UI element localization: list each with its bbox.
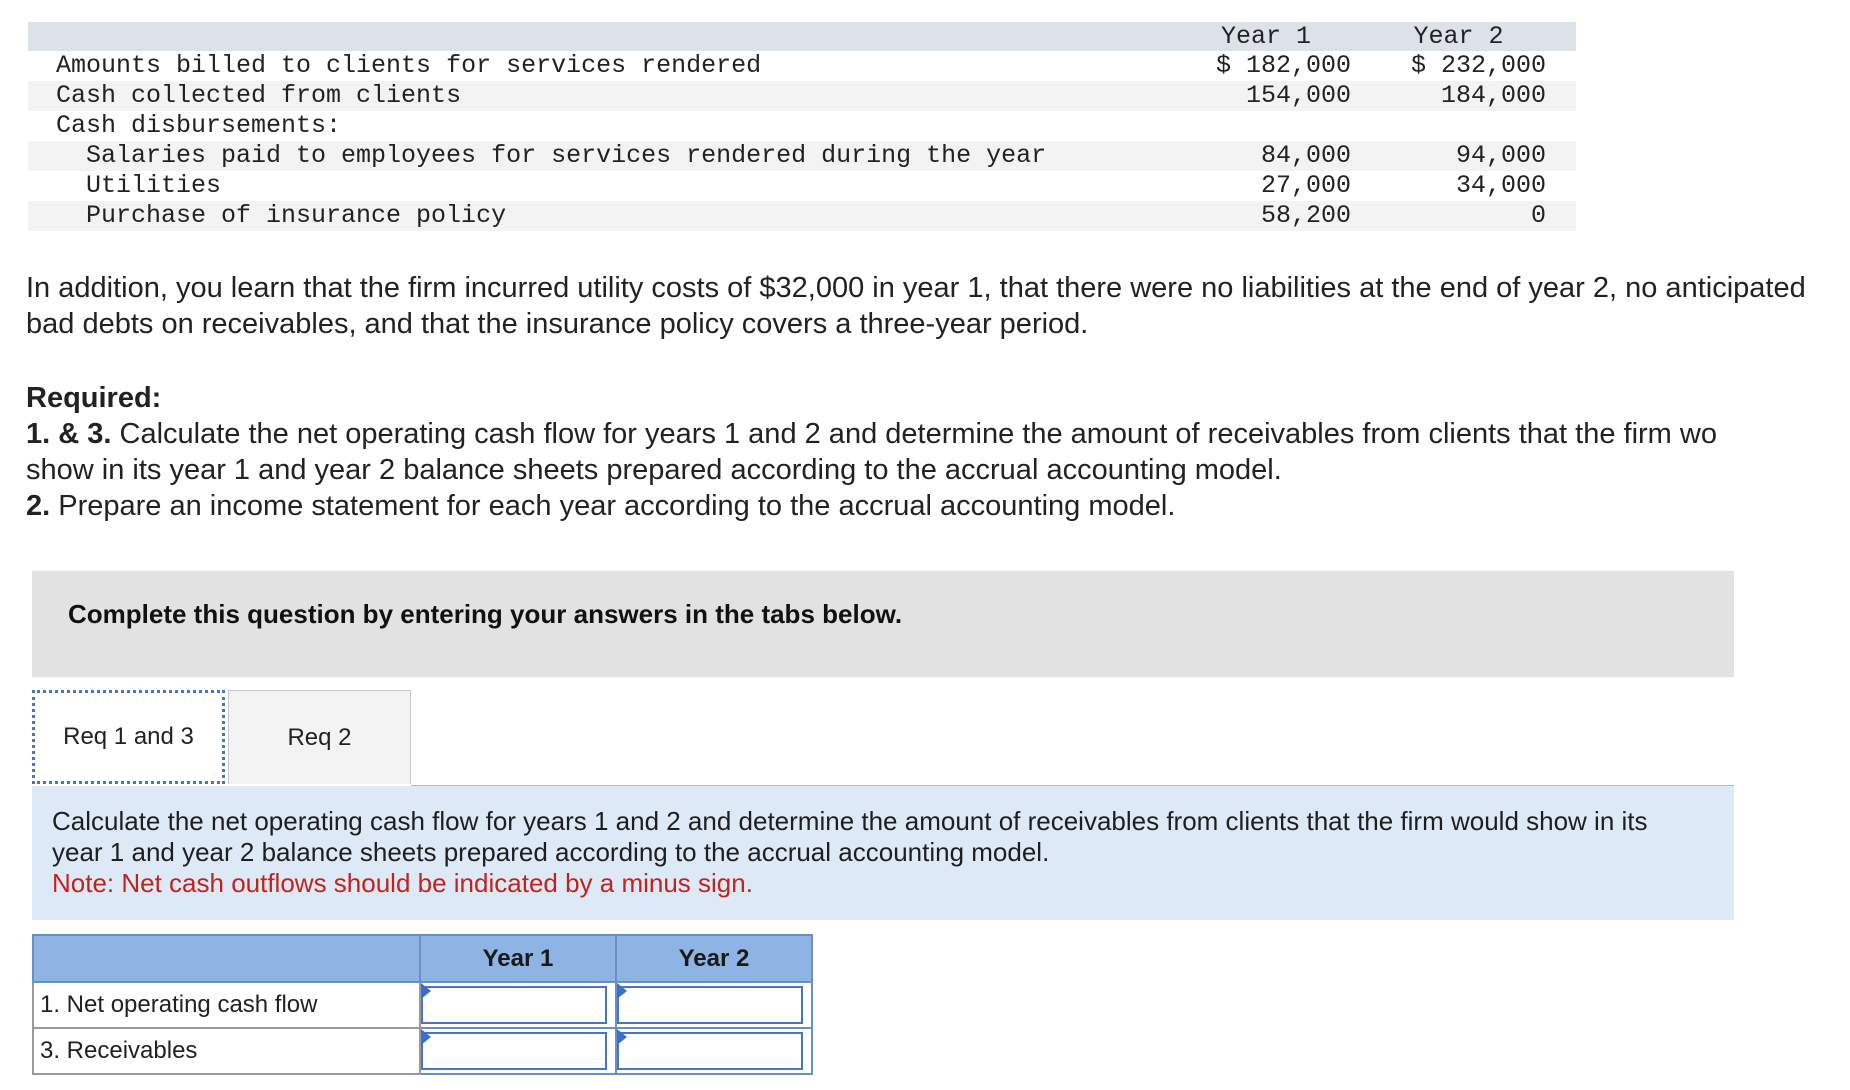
tab-bar: Req 1 and 3 Req 2 — [32, 690, 1734, 786]
required-item-2-number: 2. — [26, 490, 51, 522]
table-row: Cash disbursements: — [28, 111, 1576, 141]
input-flag-icon — [421, 1029, 431, 1045]
row-label: Cash collected from clients — [28, 81, 1181, 111]
tab-description: Calculate the net operating cash flow fo… — [32, 786, 1734, 920]
instructions-banner: Complete this question by entering your … — [32, 571, 1734, 677]
header-year-1: Year 1 — [1181, 22, 1371, 51]
answer-table-header: Year 1 Year 2 — [32, 934, 813, 983]
answer-header-year-2: Year 2 — [615, 934, 813, 983]
row-value-year-1 — [1181, 111, 1371, 141]
receivables-year-1-input[interactable] — [421, 1032, 607, 1070]
required-item-1-continued: show in its year 1 and year 2 balance sh… — [26, 454, 1282, 486]
row-value-year-2: 94,000 — [1371, 141, 1576, 171]
row-value-year-2: $ 232,000 — [1410, 51, 1546, 80]
row-label: Cash disbursements: — [56, 111, 342, 140]
row-value-year-2: 34,000 — [1455, 171, 1546, 200]
row-label: Salaries paid to employees for services … — [28, 141, 1181, 171]
required-item-1-number: 1. & 3. — [26, 418, 112, 450]
data-table: Year 1 Year 2 Amounts billed to clients … — [28, 22, 1576, 231]
row-value-year-1: $ 182,000 — [1215, 51, 1351, 80]
net-operating-cash-flow-year-1-input[interactable] — [421, 986, 607, 1024]
table-row: Cash collected from clients 154,000 184,… — [28, 81, 1576, 111]
answer-row-label: 1. Net operating cash flow — [32, 981, 421, 1029]
answer-row: 3. Receivables — [32, 1027, 813, 1075]
row-value-year-2 — [1371, 111, 1576, 141]
required-section: Required: 1. & 3. Calculate the net oper… — [26, 380, 1846, 524]
row-label: Amounts billed to clients for services r… — [56, 51, 762, 80]
row-value-year-1: 84,000 — [1181, 141, 1371, 171]
tab-req-1-and-3[interactable]: Req 1 and 3 — [32, 690, 225, 784]
instructions-text: Complete this question by entering your … — [68, 599, 903, 629]
answer-header-year-1: Year 1 — [419, 934, 617, 983]
description-note: Note: Net cash outflows should be indica… — [52, 868, 753, 898]
row-value-year-1: 27,000 — [1260, 171, 1351, 200]
input-flag-icon — [421, 983, 431, 999]
table-row: Purchase of insurance policy 58,200 0 — [28, 201, 1576, 231]
data-table-header: Year 1 Year 2 — [28, 22, 1576, 51]
required-heading: Required: — [26, 382, 162, 414]
row-label: Utilities — [86, 171, 222, 200]
row-label: Purchase of insurance policy — [28, 201, 1181, 231]
answer-row: 1. Net operating cash flow — [32, 981, 813, 1029]
table-row: Salaries paid to employees for services … — [28, 141, 1576, 171]
tab-req-2[interactable]: Req 2 — [228, 690, 411, 784]
row-value-year-1: 154,000 — [1181, 81, 1371, 111]
table-row: Amounts billed to clients for services r… — [28, 51, 1576, 81]
intro-paragraph: In addition, you learn that the firm inc… — [26, 272, 1806, 340]
answer-table: Year 1 Year 2 1. Net operating cash flow… — [32, 934, 813, 1075]
required-item-1-text: Calculate the net operating cash flow fo… — [119, 418, 1717, 450]
row-value-year-2: 0 — [1371, 201, 1576, 231]
required-item-2-text: Prepare an income statement for each yea… — [58, 490, 1176, 522]
net-operating-cash-flow-year-2-input[interactable] — [617, 986, 803, 1024]
description-text: Calculate the net operating cash flow fo… — [52, 806, 1648, 867]
input-flag-icon — [617, 983, 627, 999]
row-value-year-2: 184,000 — [1371, 81, 1576, 111]
row-value-year-1: 58,200 — [1181, 201, 1371, 231]
header-year-2: Year 2 — [1371, 22, 1576, 51]
input-flag-icon — [617, 1029, 627, 1045]
table-row: Utilities 27,000 34,000 — [28, 171, 1576, 201]
receivables-year-2-input[interactable] — [617, 1032, 803, 1070]
answer-row-label: 3. Receivables — [32, 1027, 421, 1075]
